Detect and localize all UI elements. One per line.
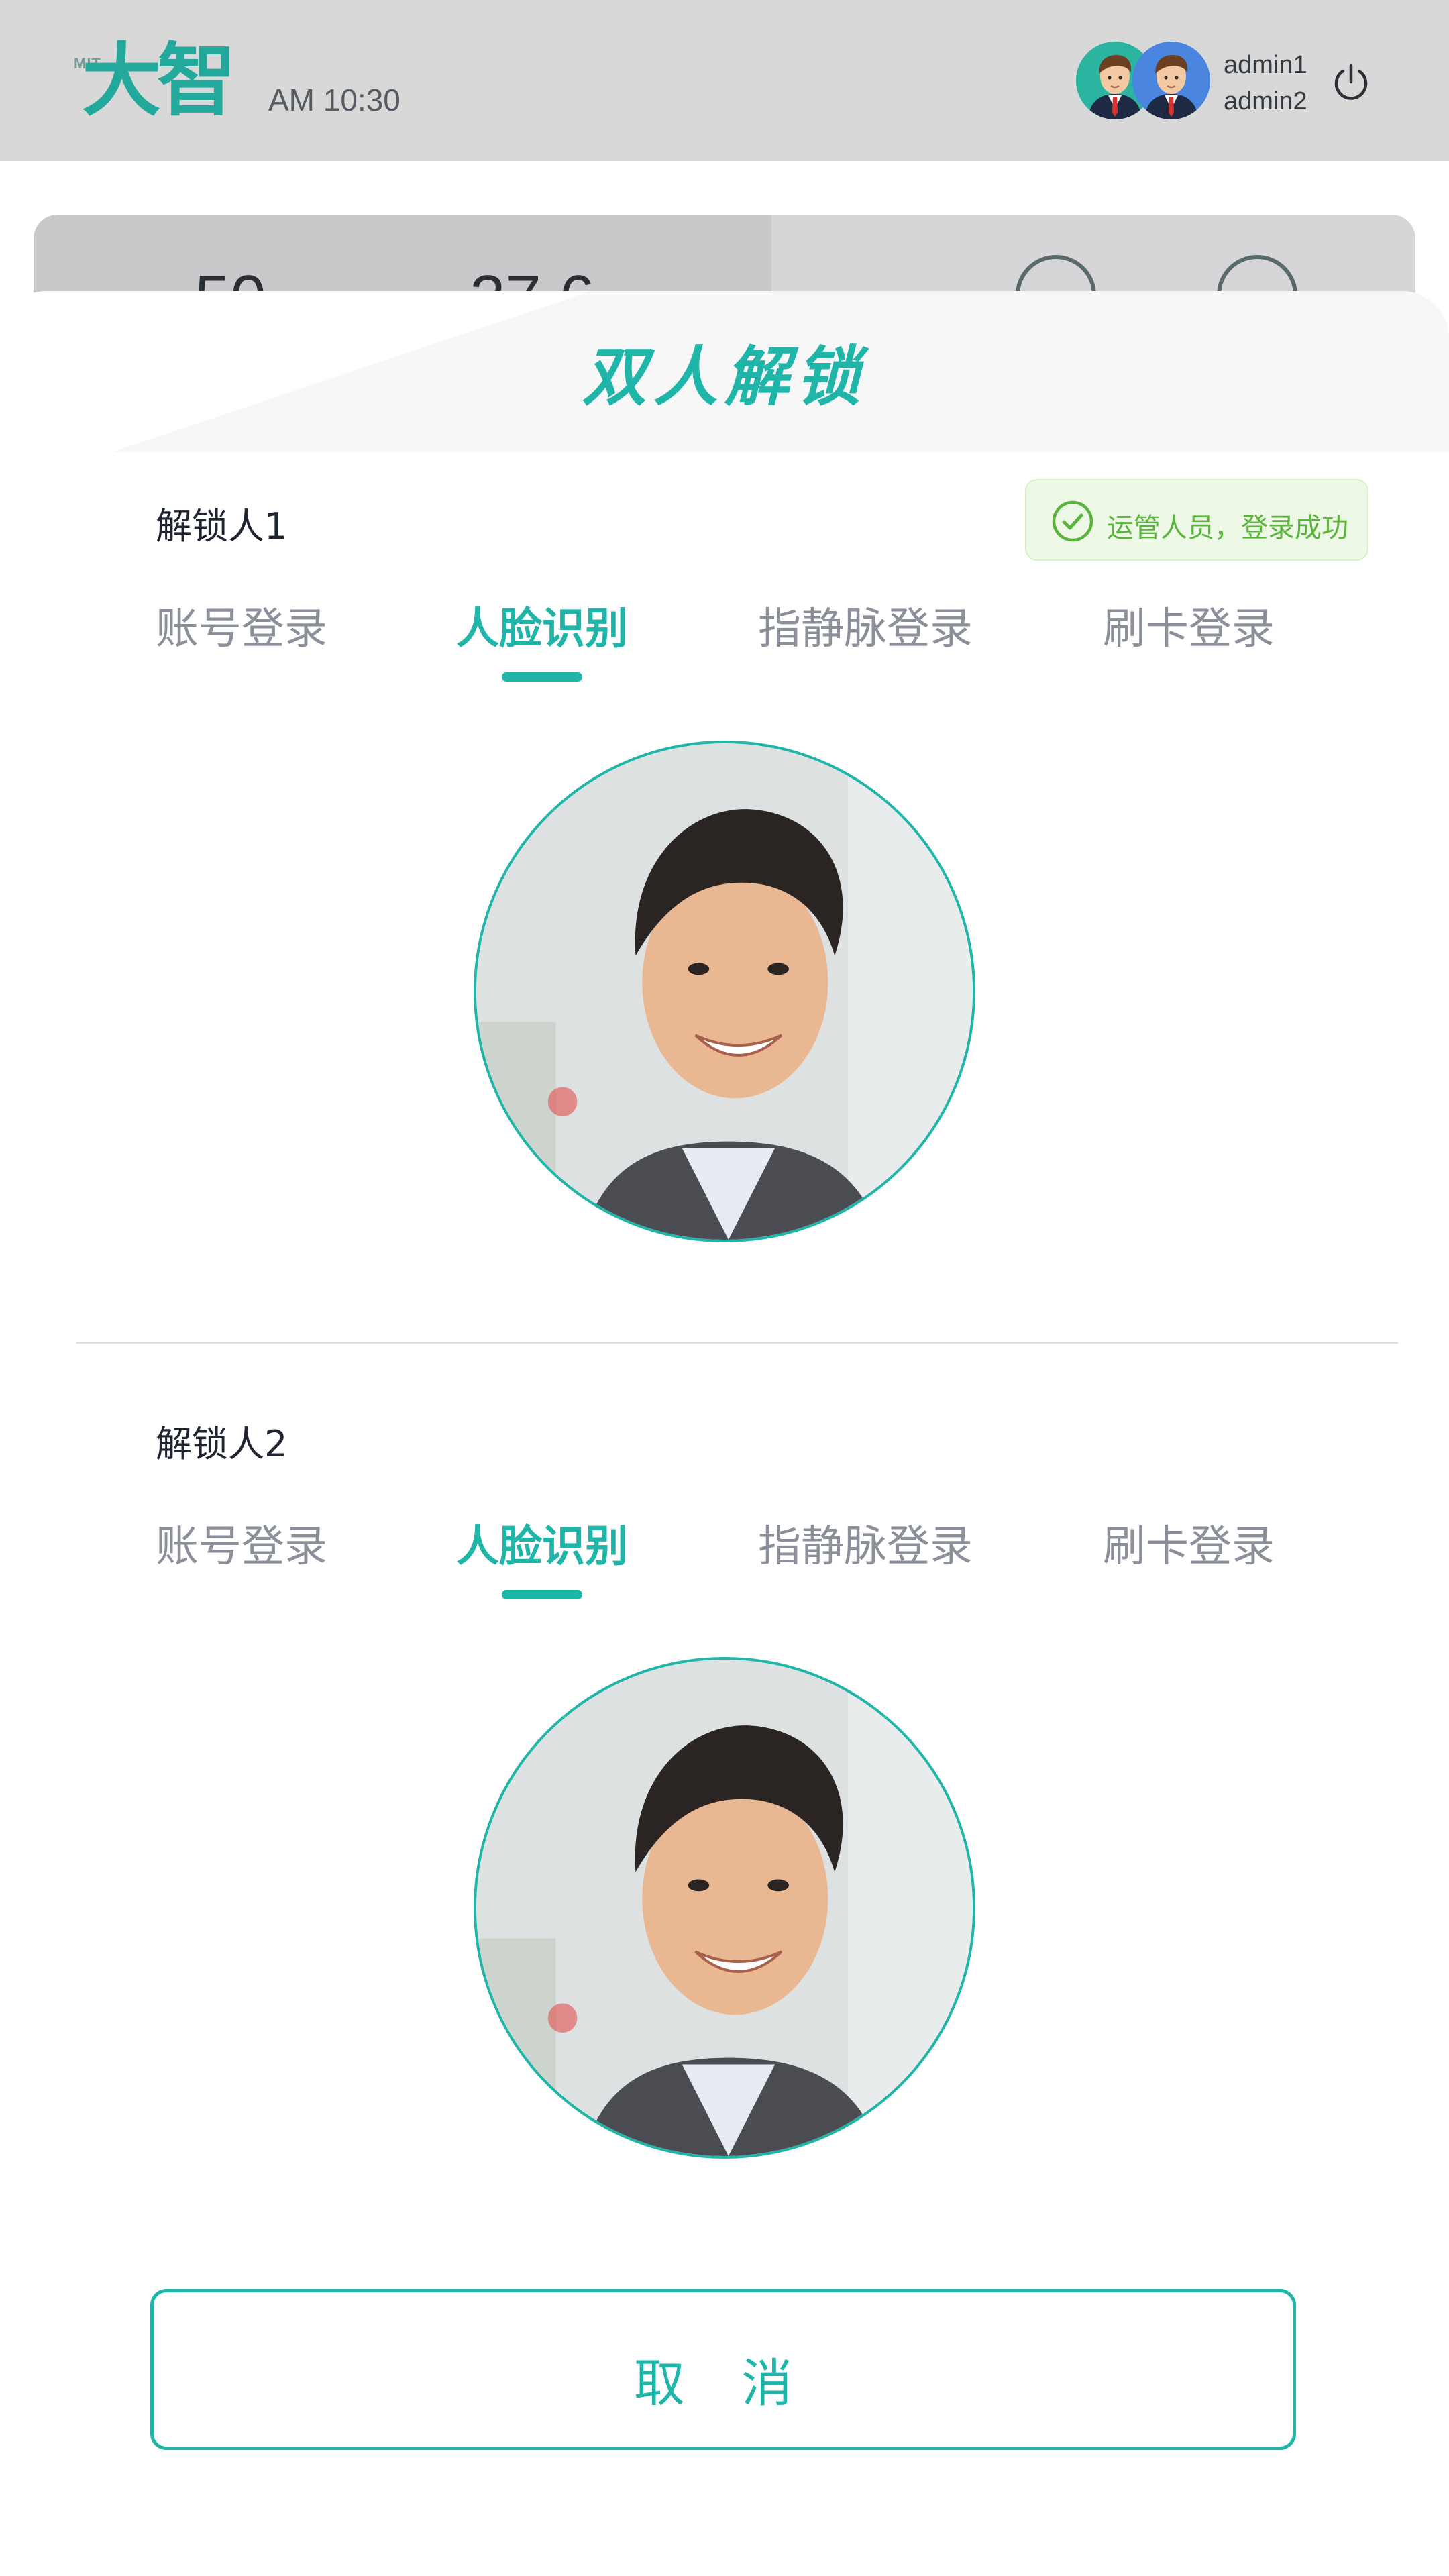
user-avatars[interactable] bbox=[1076, 42, 1210, 119]
face-capture-2 bbox=[474, 1657, 975, 2159]
user-avatar-icon bbox=[1144, 55, 1198, 119]
tab-label: 人脸识别 bbox=[456, 604, 628, 654]
tab-vein-login[interactable]: 指静脉登录 bbox=[758, 1512, 973, 1574]
unlocker-1-tabs: 账号登录 人脸识别 指静脉登录 刷卡登录 bbox=[156, 594, 1296, 682]
face-capture-1 bbox=[474, 741, 975, 1242]
face-photo-icon bbox=[476, 743, 973, 1240]
app-header: MIT 大智 AM 10:30 admin1 admin2 bbox=[0, 0, 1449, 161]
username-2: admin2 bbox=[1224, 87, 1307, 115]
app-logo: MIT 大智 bbox=[74, 40, 241, 121]
dual-unlock-screen: MIT 大智 AM 10:30 admin1 admin2 双人解锁 解锁人1 … bbox=[0, 0, 1449, 2576]
modal-title: 双人解锁 bbox=[582, 339, 867, 415]
user-names: admin1 admin2 bbox=[1224, 47, 1307, 119]
cancel-button[interactable]: 取 消 bbox=[150, 2289, 1296, 2450]
tab-card-login[interactable]: 刷卡登录 bbox=[1103, 594, 1275, 656]
section-divider bbox=[76, 1342, 1398, 1344]
tab-label: 人脸识别 bbox=[456, 1522, 628, 1572]
tab-face-recognition[interactable]: 人脸识别 bbox=[456, 594, 628, 682]
login-success-badge: 运管人员，登录成功 bbox=[1025, 479, 1368, 561]
tab-account-login[interactable]: 账号登录 bbox=[156, 1512, 327, 1574]
cancel-button-label: 取 消 bbox=[633, 2353, 813, 2413]
active-tab-indicator bbox=[502, 1590, 582, 1599]
tab-card-login[interactable]: 刷卡登录 bbox=[1103, 1512, 1275, 1574]
dual-unlock-modal: 双人解锁 解锁人1 运管人员，登录成功 账号登录 人脸识别 指静脉登录 刷卡登录 bbox=[0, 291, 1449, 2576]
check-circle-icon bbox=[1052, 500, 1093, 542]
power-icon[interactable] bbox=[1330, 60, 1373, 103]
username-1: admin1 bbox=[1224, 51, 1307, 79]
tab-face-recognition[interactable]: 人脸识别 bbox=[456, 1512, 628, 1599]
unlocker-1-label: 解锁人1 bbox=[156, 505, 288, 547]
avatar-admin2[interactable] bbox=[1132, 42, 1210, 119]
unlocker-2-label: 解锁人2 bbox=[156, 1423, 288, 1465]
login-success-text: 运管人员，登录成功 bbox=[1107, 513, 1348, 543]
active-tab-indicator bbox=[502, 672, 582, 682]
tab-account-login[interactable]: 账号登录 bbox=[156, 594, 327, 656]
tab-vein-login[interactable]: 指静脉登录 bbox=[758, 594, 973, 656]
clock-time: AM 10:30 bbox=[268, 83, 400, 117]
logo-text: 大智 bbox=[82, 34, 236, 127]
face-photo-icon bbox=[476, 1660, 973, 2156]
unlocker-2-tabs: 账号登录 人脸识别 指静脉登录 刷卡登录 bbox=[156, 1512, 1296, 1599]
